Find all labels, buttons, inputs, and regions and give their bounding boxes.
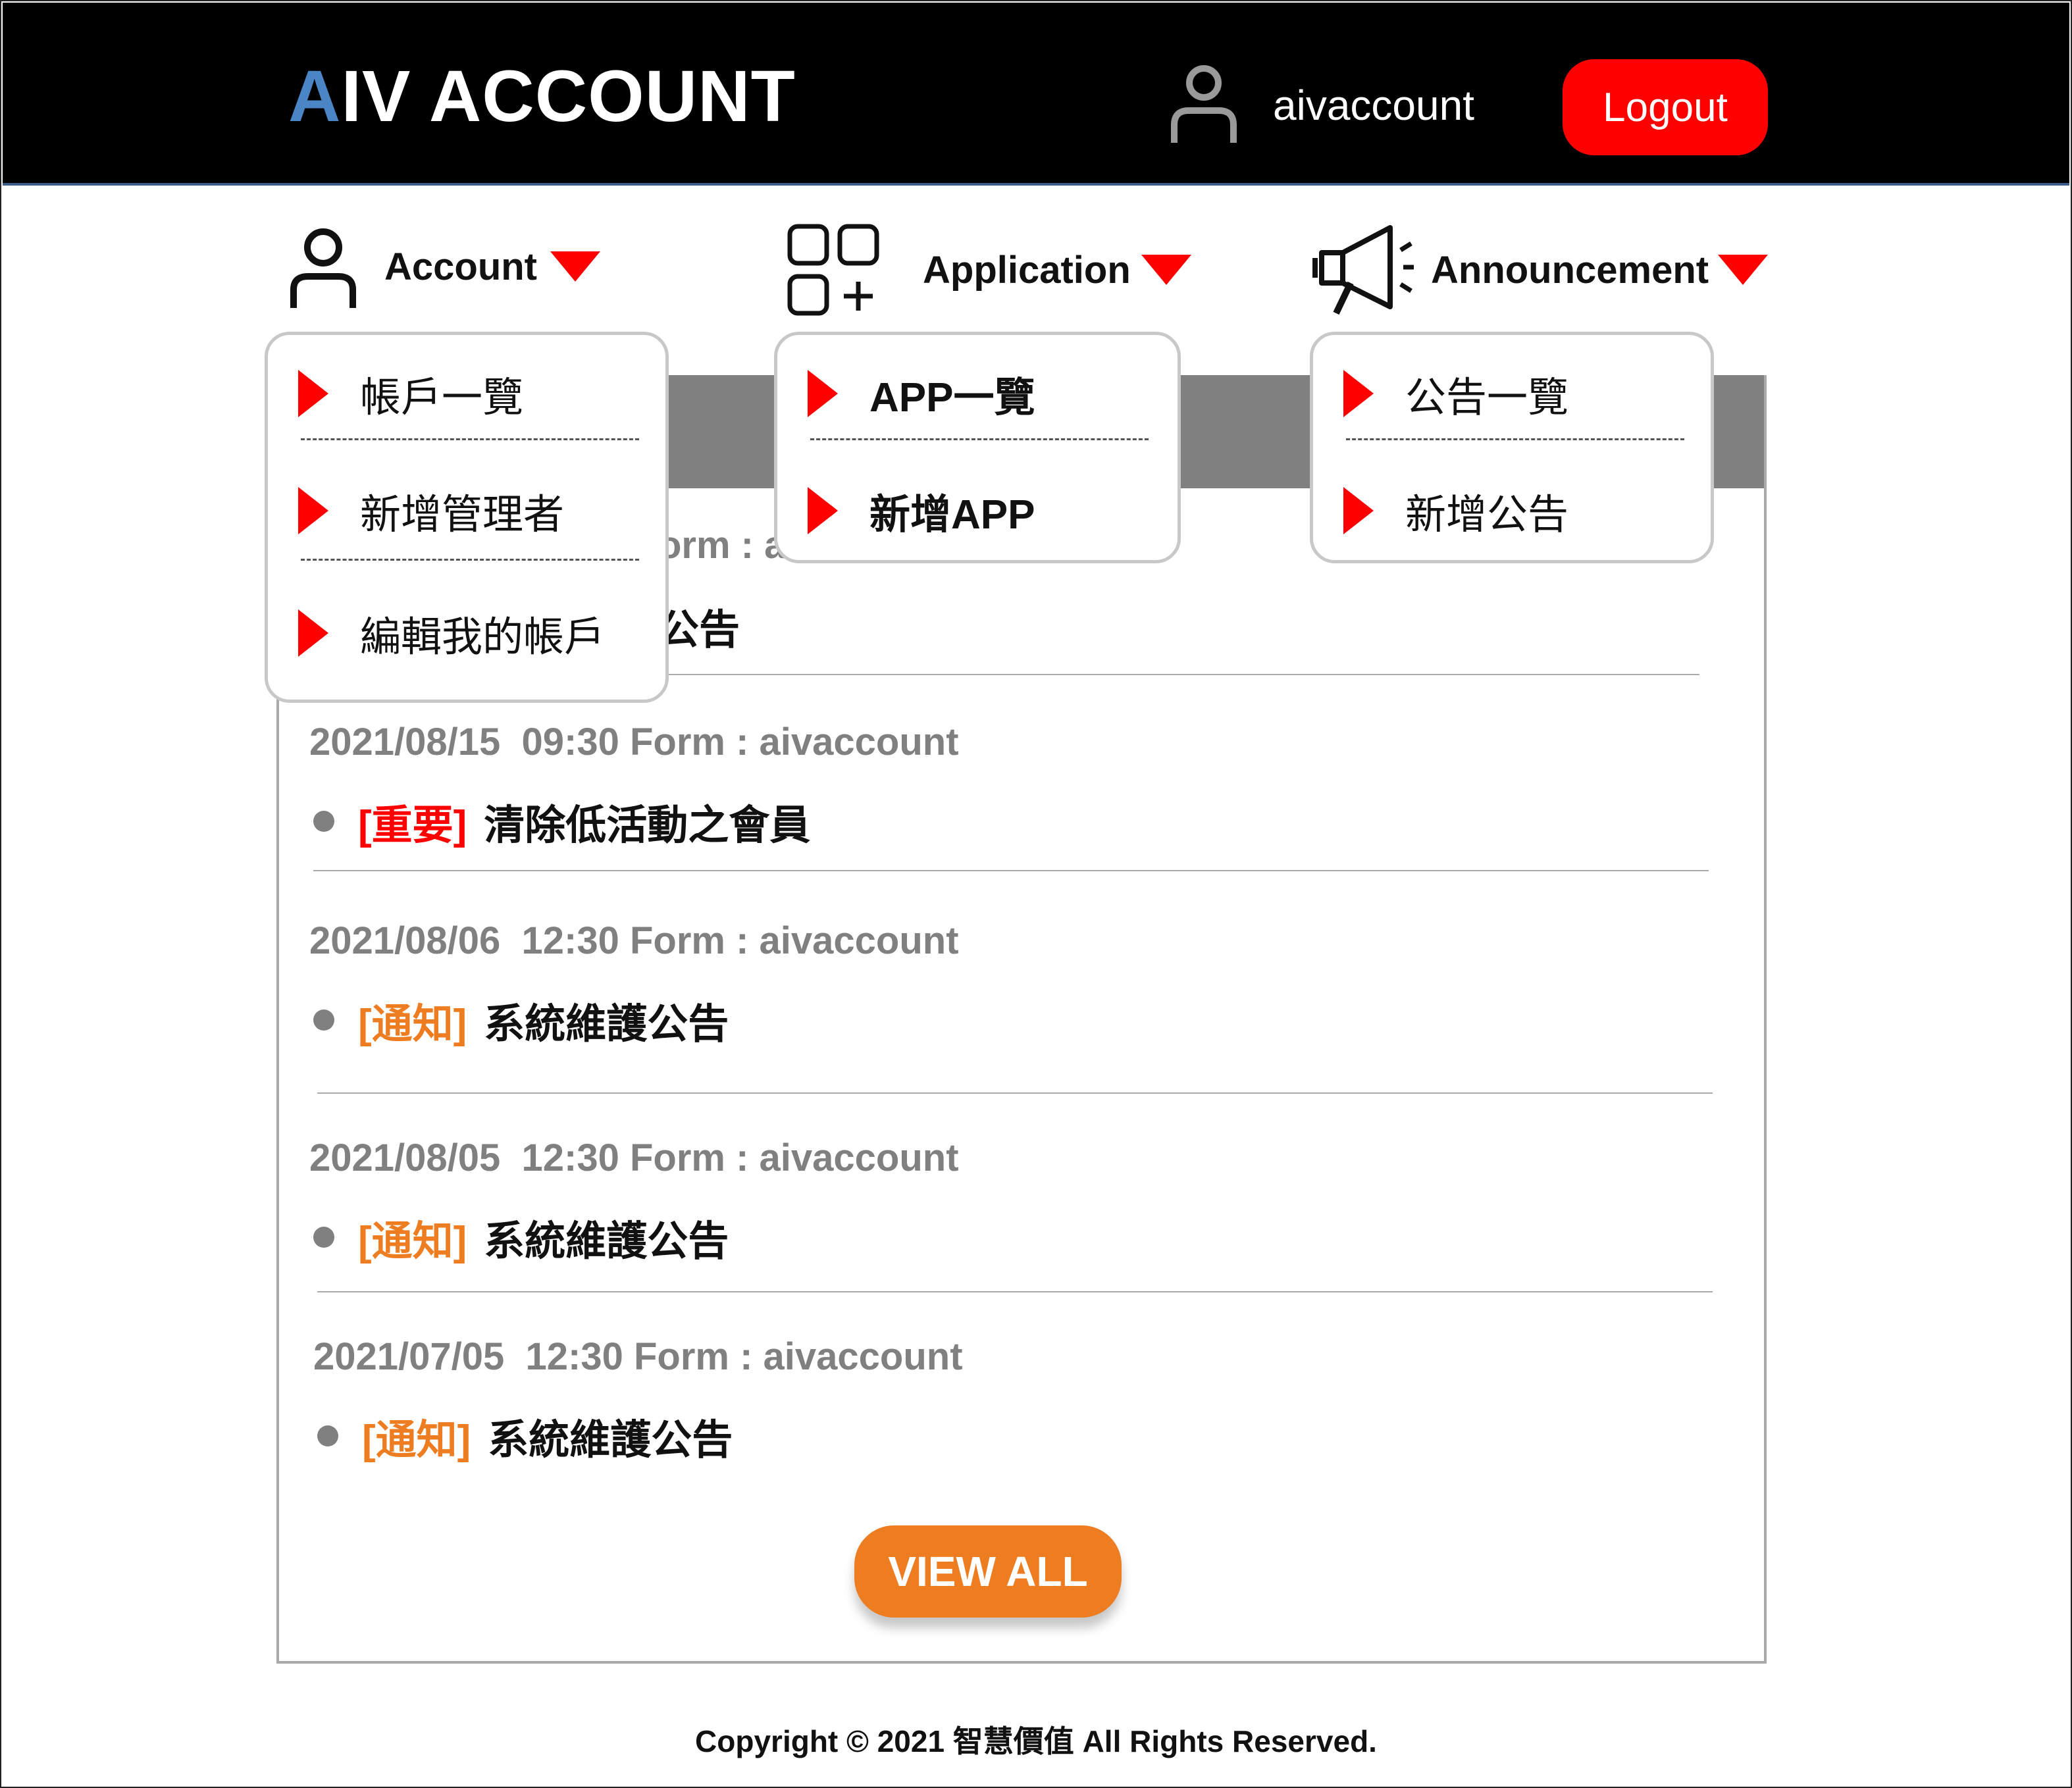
- top-header: AIV ACCOUNT aivaccount Logout: [3, 3, 2069, 186]
- announcement-meta: 2021/07/05 12:30 Form : aivaccount: [313, 1335, 963, 1378]
- apps-grid-icon: [787, 224, 879, 316]
- triangle-right-icon: [298, 487, 328, 534]
- logout-button[interactable]: Logout: [1563, 59, 1768, 155]
- megaphone-icon: [1312, 225, 1414, 315]
- menu-item-add-app[interactable]: 新增APP: [808, 481, 1035, 540]
- announcement-title: [通知] 系統維護公告: [313, 1406, 1715, 1466]
- triangle-right-icon: [1343, 487, 1374, 534]
- divider: [317, 1092, 1713, 1094]
- announcement-title: [重要] 清除低活動之會員: [309, 792, 1711, 851]
- triangle-down-icon: [1141, 255, 1191, 285]
- nav-account-label: Account: [384, 245, 537, 288]
- announcement-item[interactable]: 2021/08/15 09:30 Form : aivaccount [重要] …: [309, 720, 1711, 851]
- bullet-icon: [317, 1425, 338, 1446]
- divider: [313, 870, 1709, 871]
- bullet-icon: [313, 1009, 334, 1031]
- dashed-divider: [301, 438, 639, 440]
- divider: [317, 1291, 1713, 1292]
- nav-announcement[interactable]: Announcement: [1312, 222, 1769, 317]
- announcement-item[interactable]: 2021/07/05 12:30 Form : aivaccount [通知] …: [313, 1335, 1715, 1466]
- announcement-meta: 2021/08/06 12:30 Form : aivaccount: [309, 919, 959, 962]
- bullet-icon: [313, 1227, 334, 1248]
- announcement-title-partial: 公告: [658, 607, 740, 653]
- nav-application-label: Application: [923, 248, 1131, 292]
- menu-item-account-list[interactable]: 帳戶一覽: [298, 364, 523, 423]
- triangle-right-icon: [808, 487, 838, 534]
- announcement-title: [通知] 系統維護公告: [309, 1208, 1711, 1267]
- triangle-down-icon: [1718, 255, 1769, 285]
- user-icon: [1171, 65, 1237, 143]
- menu-item-edit-my-account[interactable]: 編輯我的帳戶: [298, 603, 605, 663]
- tag-notice: [通知]: [358, 1002, 467, 1047]
- divider: [619, 674, 1699, 675]
- dashed-divider: [1346, 438, 1684, 440]
- announcement-title: [通知] 系統維護公告: [309, 990, 1711, 1050]
- dashed-divider: [301, 559, 639, 561]
- triangle-right-icon: [1343, 370, 1374, 417]
- triangle-right-icon: [298, 609, 328, 657]
- tag-important: [重要]: [358, 803, 467, 848]
- footer-copyright: Copyright © 2021 智慧價值 All Rights Reserve…: [695, 1724, 1377, 1758]
- user-icon: [290, 228, 356, 308]
- menu-item-app-list[interactable]: APP一覽: [808, 364, 1035, 423]
- announcement-item[interactable]: 2021/08/05 12:30 Form : aivaccount [通知] …: [309, 1136, 1711, 1267]
- menu-item-add-announcement[interactable]: 新增公告: [1343, 481, 1568, 540]
- triangle-right-icon: [298, 370, 328, 417]
- menu-item-add-admin[interactable]: 新增管理者: [298, 481, 564, 540]
- nav-account[interactable]: Account: [287, 224, 600, 309]
- view-all-button[interactable]: VIEW ALL: [854, 1525, 1122, 1618]
- tag-notice: [通知]: [362, 1418, 471, 1463]
- logo: AIV ACCOUNT: [288, 56, 796, 137]
- nav-application[interactable]: Application: [787, 224, 1191, 316]
- announcement-dropdown-menu: 公告一覽 新增公告: [1310, 332, 1714, 563]
- announcement-meta: 2021/08/15 09:30 Form : aivaccount: [309, 721, 959, 763]
- username: aivaccount: [1273, 82, 1474, 129]
- announcement-item[interactable]: 2021/08/06 12:30 Form : aivaccount [通知] …: [309, 919, 1711, 1050]
- triangle-right-icon: [808, 370, 838, 417]
- application-dropdown-menu: APP一覽 新增APP: [774, 332, 1181, 563]
- tag-notice: [通知]: [358, 1219, 467, 1264]
- menu-item-announcement-list[interactable]: 公告一覽: [1343, 364, 1568, 423]
- nav-announcement-label: Announcement: [1431, 248, 1709, 292]
- triangle-down-icon: [550, 251, 600, 282]
- dashed-divider: [810, 438, 1149, 440]
- bullet-icon: [313, 811, 334, 832]
- account-dropdown-menu: 帳戶一覽 新增管理者 編輯我的帳戶: [265, 332, 669, 703]
- announcement-meta: 2021/08/05 12:30 Form : aivaccount: [309, 1137, 959, 1179]
